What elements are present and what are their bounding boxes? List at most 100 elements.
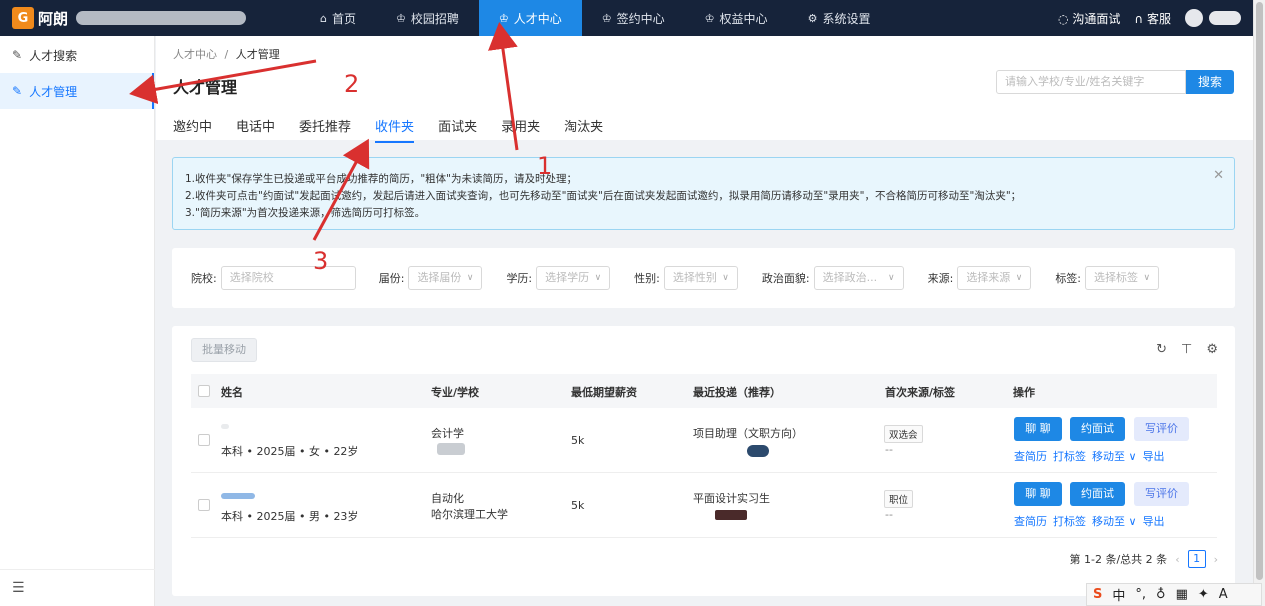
export-link[interactable]: 导出	[1143, 513, 1165, 529]
crown-icon: ♔	[396, 11, 406, 25]
tab-interview[interactable]: 面试夹	[438, 116, 477, 143]
filter-label: 届份:	[378, 272, 405, 285]
close-icon[interactable]: ✕	[1213, 167, 1224, 184]
info-line: 2.收件夹可点击"约面试"发起面试邀约，发起后请进入面试夹查询，也可先移动至"面…	[185, 190, 1022, 202]
tab-entrusted[interactable]: 委托推荐	[299, 116, 351, 143]
search-button[interactable]: 搜索	[1186, 70, 1234, 94]
political-status-select[interactable]: 选择政治... ∨	[813, 266, 904, 290]
crown-icon: ♔	[704, 11, 715, 25]
column-header: 姓名	[221, 386, 243, 399]
chat-button[interactable]: 聊 聊	[1014, 482, 1062, 506]
view-resume-link[interactable]: 查简历	[1014, 448, 1047, 464]
source-select[interactable]: 选择来源 ∨	[957, 266, 1032, 290]
tab-hired[interactable]: 录用夹	[501, 116, 540, 143]
export-link[interactable]: 导出	[1143, 448, 1165, 464]
top-nav-bar: G 阿朗 ⌂ 首页 ♔ 校园招聘 ♔ 人才中心 ♔ 签约中心 ♔ 权益中心 ⚙ 系统设置 ◌…	[0, 0, 1253, 36]
info-line: 1.收件夹"保存学生已投递或平台成功推荐的简历，"粗体"为未读简历，请及时处理；	[185, 173, 578, 185]
punctuation-icon[interactable]: °,	[1135, 587, 1146, 602]
tab-calling[interactable]: 电话中	[236, 116, 275, 143]
page-number[interactable]: 1	[1187, 550, 1206, 568]
select-placeholder: 选择政治...	[822, 271, 878, 284]
write-review-button[interactable]: 写评价	[1134, 417, 1189, 441]
view-resume-link[interactable]: 查简历	[1014, 513, 1047, 529]
nav-talent-center[interactable]: ♔ 人才中心	[478, 0, 582, 36]
tab-inviting[interactable]: 邀约中	[173, 116, 212, 143]
nav-contract-center[interactable]: ♔ 签约中心	[582, 0, 685, 36]
add-tag-link[interactable]: 打标签	[1053, 513, 1086, 529]
grade-select[interactable]: 选择届份 ∨	[408, 266, 483, 290]
microphone-icon[interactable]: ♁	[1156, 587, 1166, 602]
settings-icon[interactable]: ⚙	[1206, 342, 1218, 357]
table-tools: ↻ ⊤ ⚙	[1156, 342, 1218, 357]
sidebar: ✎ 人才搜索 ✎ 人才管理 ☰	[0, 36, 155, 606]
move-to-label: 移动至	[1092, 515, 1125, 528]
redacted-username[interactable]	[1209, 11, 1241, 25]
invite-interview-button[interactable]: 约面试	[1070, 417, 1125, 441]
batch-move-button[interactable]: 批量移动	[191, 338, 257, 362]
add-tag-link[interactable]: 打标签	[1053, 448, 1086, 464]
keyboard-icon[interactable]: ▦	[1176, 587, 1188, 602]
tab-inbox[interactable]: 收件夹	[375, 116, 415, 143]
pagination: 第 1-2 条/总共 2 条 ‹ 1 ›	[1070, 550, 1218, 568]
nav-label: 签约中心	[616, 11, 665, 26]
skin-icon[interactable]: ✦	[1198, 587, 1209, 602]
sidebar-divider	[0, 569, 155, 570]
avatar[interactable]	[1185, 9, 1203, 27]
collapse-menu-icon[interactable]: ☰	[12, 580, 25, 596]
school-filter-input[interactable]: 选择院校	[220, 266, 356, 290]
breadcrumb-current: 人才管理	[235, 48, 280, 61]
sidebar-item-talent-search[interactable]: ✎ 人才搜索	[0, 37, 154, 73]
source-tag: 双选会	[884, 425, 923, 443]
move-to-dropdown[interactable]: 移动至 ∨	[1092, 448, 1137, 464]
refresh-icon[interactable]: ↻	[1156, 342, 1167, 357]
nav-system-settings[interactable]: ⚙ 系统设置	[788, 0, 891, 36]
nav-home[interactable]: ⌂ 首页	[300, 0, 376, 36]
table-row[interactable]: 本科 • 2025届 • 男 • 23岁 自动化 哈尔滨理工大学 5k 平面设计…	[191, 473, 1217, 538]
nav-benefits-center[interactable]: ♔ 权益中心	[685, 0, 788, 36]
breadcrumb-root[interactable]: 人才中心	[173, 48, 217, 61]
select-placeholder: 选择届份	[417, 271, 462, 284]
move-to-dropdown[interactable]: 移动至 ∨	[1092, 513, 1137, 529]
row-checkbox[interactable]	[198, 499, 210, 511]
gender-select[interactable]: 选择性别 ∨	[663, 266, 738, 290]
interview-label: 沟通面试	[1072, 11, 1121, 26]
chat-button[interactable]: 聊 聊	[1014, 417, 1062, 441]
next-page-icon[interactable]: ›	[1214, 553, 1218, 566]
ime-logo-icon[interactable]: S	[1093, 587, 1102, 602]
interview-chat-link[interactable]: ◌ 沟通面试	[1058, 10, 1120, 27]
ai-icon[interactable]: A	[1219, 587, 1228, 602]
table-row[interactable]: 本科 • 2025届 • 女 • 22岁 会计学 5k 项目助理（文职方向） 双…	[191, 408, 1217, 473]
select-placeholder: 选择学历	[545, 271, 590, 284]
move-to-label: 移动至	[1092, 450, 1125, 463]
table-header: 姓名 专业/学校 最低期望薪资 最近投递（推荐） 首次来源/标签 操作	[191, 374, 1217, 408]
sidebar-item-talent-management[interactable]: ✎ 人才管理	[0, 73, 154, 109]
crown-icon: ♔	[498, 11, 509, 25]
row-checkbox[interactable]	[198, 434, 210, 446]
gear-icon: ⚙	[807, 11, 818, 25]
breadcrumb-separator: /	[224, 48, 229, 61]
expected-salary: 5k	[571, 499, 585, 512]
edit-icon: ✎	[12, 84, 23, 98]
chevron-down-icon: ∨	[466, 273, 474, 283]
column-height-icon[interactable]: ⊤	[1181, 342, 1192, 357]
crown-icon: ♔	[601, 11, 612, 25]
education-select[interactable]: 选择学历 ∨	[536, 266, 611, 290]
prev-page-icon[interactable]: ‹	[1175, 553, 1179, 566]
brand-logo[interactable]: G 阿朗	[0, 0, 300, 36]
tag-select[interactable]: 选择标签 ∨	[1085, 266, 1160, 290]
nav-campus-recruit[interactable]: ♔ 校园招聘	[376, 0, 479, 36]
keyword-search-input[interactable]: 请输入学校/专业/姓名关键字	[996, 70, 1186, 94]
row-action-links: 查简历 打标签 移动至 ∨ 导出	[1014, 513, 1165, 529]
invite-interview-button[interactable]: 约面试	[1070, 482, 1125, 506]
page-scrollbar[interactable]	[1253, 0, 1265, 606]
select-all-checkbox[interactable]	[198, 385, 210, 397]
write-review-button[interactable]: 写评价	[1134, 482, 1189, 506]
ime-language-toggle[interactable]: 中	[1112, 585, 1125, 604]
select-placeholder: 选择性别	[672, 271, 717, 284]
chevron-down-icon: ∨	[594, 273, 602, 283]
candidate-major: 自动化	[431, 492, 464, 505]
redacted-school	[437, 443, 465, 455]
tab-rejected[interactable]: 淘汰夹	[564, 116, 603, 143]
scrollbar-thumb[interactable]	[1256, 2, 1263, 580]
customer-service-link[interactable]: ∩ 客服	[1134, 10, 1171, 27]
